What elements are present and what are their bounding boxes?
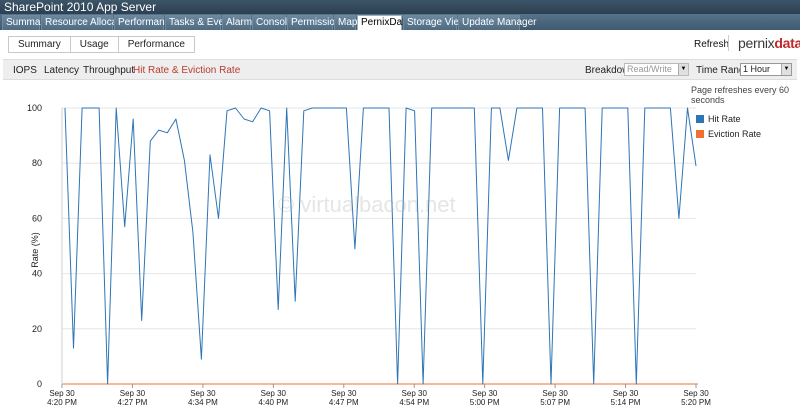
x-tick-time: 4:27 PM [118, 398, 148, 407]
header-divider [728, 35, 729, 51]
hit-rate-line [64, 107, 697, 385]
legend-eviction-rate: Eviction Rate [696, 129, 762, 139]
legend-swatch-hit [696, 115, 704, 123]
x-tick-time: 4:54 PM [399, 398, 429, 407]
x-tick-date: Sep 30 [402, 389, 428, 398]
y-tick-label: 20 [32, 324, 42, 334]
metric-tab-iops[interactable]: IOPS [13, 65, 37, 76]
x-tick-time: 4:47 PM [329, 398, 359, 407]
subtab-summary[interactable]: Summary [8, 36, 71, 53]
x-axis-ticks: Sep 304:20 PMSep 304:27 PMSep 304:34 PMS… [47, 384, 711, 407]
y-tick-label: 80 [32, 158, 42, 168]
metric-tab-hit-eviction-rate[interactable]: Hit Rate & Eviction Rate [133, 65, 240, 76]
subtab-performance[interactable]: Performance [118, 36, 195, 53]
logo-text-pernix: pernix [738, 35, 775, 51]
x-tick-date: Sep 30 [472, 389, 498, 398]
y-tick-label: 40 [32, 269, 42, 279]
x-tick-time: 5:20 PM [681, 398, 711, 407]
tab-tasks-events[interactable]: Tasks & Events [165, 15, 237, 30]
chart-series [64, 107, 697, 385]
tab-storage-views[interactable]: Storage Views [403, 15, 471, 30]
metric-bar: IOPS Latency Throughput Hit Rate & Evict… [3, 59, 797, 80]
legend-label-hit: Hit Rate [708, 114, 741, 124]
tab-summary[interactable]: Summary [2, 15, 49, 30]
tab-pernixdata[interactable]: PernixData [357, 15, 410, 30]
tab-resource-allocation[interactable]: Resource Allocation [41, 15, 133, 30]
chevron-down-icon: ▼ [781, 64, 791, 75]
x-tick-date: Sep 30 [542, 389, 568, 398]
refresh-note: Page refreshes every 60 seconds [691, 85, 790, 105]
legend-swatch-eviction [696, 130, 704, 138]
watermark: © virtualbacon.net [278, 192, 456, 217]
metric-tab-latency[interactable]: Latency [44, 65, 79, 76]
x-tick-date: Sep 30 [331, 389, 357, 398]
refresh-link[interactable]: Refresh [694, 39, 729, 50]
breakdown-value: Read/Write [627, 64, 672, 74]
x-tick-date: Sep 30 [49, 389, 75, 398]
tab-permissions[interactable]: Permissions [287, 15, 345, 30]
tab-bar: Summary Resource Allocation Performance … [0, 14, 800, 30]
x-tick-date: Sep 30 [120, 389, 146, 398]
logo-text-data: data [774, 35, 800, 51]
x-tick-time: 4:40 PM [258, 398, 288, 407]
time-range-select[interactable]: 1 Hour ▼ [740, 63, 792, 76]
chart-grid [62, 107, 696, 330]
tab-console[interactable]: Console [252, 15, 293, 30]
y-axis-ticks: 0 20 40 60 80 100 [27, 103, 42, 389]
x-tick-time: 5:07 PM [540, 398, 570, 407]
breakdown-select[interactable]: Read/Write ▼ [624, 63, 689, 76]
chevron-down-icon: ▼ [678, 64, 688, 75]
y-axis-label: Rate (%) [30, 232, 40, 268]
tab-maps[interactable]: Maps [334, 15, 362, 30]
x-tick-date: Sep 30 [613, 389, 639, 398]
tab-performance[interactable]: Performance [114, 15, 175, 30]
pernixdata-logo: pernixdata [738, 35, 800, 51]
x-tick-date: Sep 30 [683, 389, 709, 398]
legend-label-eviction: Eviction Rate [708, 129, 762, 139]
subtab-bar: Summary Usage Performance [8, 36, 195, 53]
x-tick-date: Sep 30 [261, 389, 287, 398]
legend-hit-rate: Hit Rate [696, 114, 741, 124]
y-tick-label: 0 [37, 379, 42, 389]
metric-tab-throughput[interactable]: Throughput [83, 65, 134, 76]
x-tick-date: Sep 30 [190, 389, 216, 398]
x-tick-time: 5:14 PM [611, 398, 641, 407]
tab-update-manager[interactable]: Update Manager [458, 15, 537, 30]
tab-alarms[interactable]: Alarms [222, 15, 257, 30]
time-range-value: 1 Hour [743, 64, 771, 74]
y-tick-label: 60 [32, 213, 42, 223]
x-tick-time: 4:34 PM [188, 398, 218, 407]
window-title: SharePoint 2010 App Server [0, 0, 800, 14]
x-tick-time: 5:00 PM [470, 398, 500, 407]
y-tick-label: 100 [27, 103, 42, 113]
subtab-usage[interactable]: Usage [70, 36, 119, 53]
x-tick-time: 4:20 PM [47, 398, 77, 407]
